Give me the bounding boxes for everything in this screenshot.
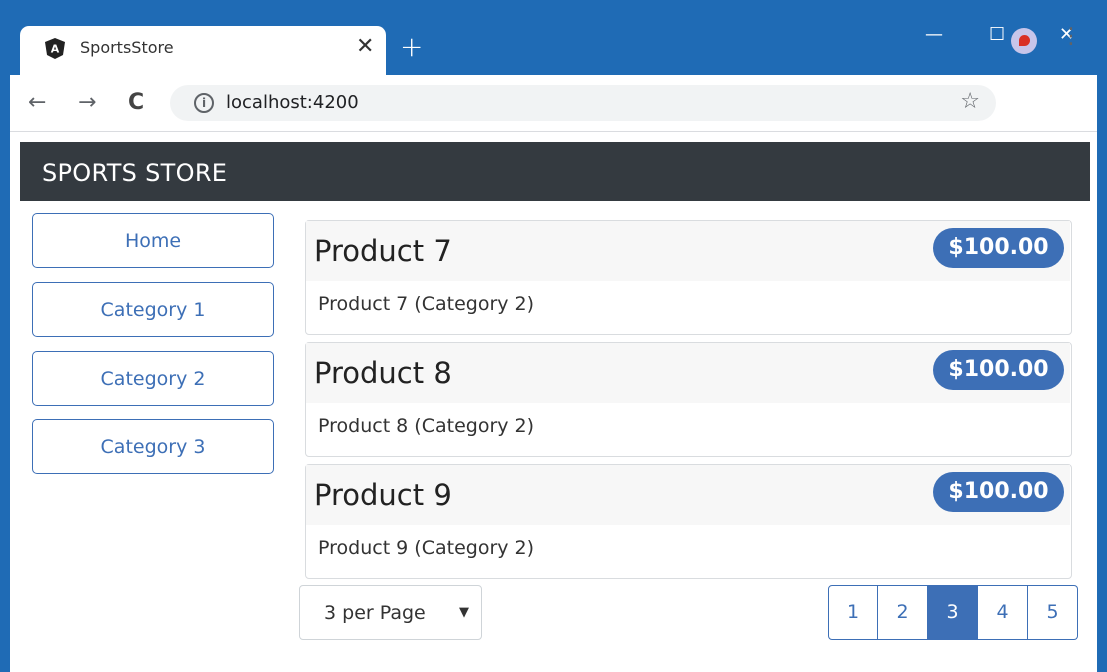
page-button-4[interactable]: 4 [978,585,1028,640]
product-card: Product 8 $100.00 Product 8 (Category 2) [305,342,1072,457]
tab-strip: A SportsStore ✕ + — ☐ ✕ [10,10,1097,75]
product-description: Product 8 (Category 2) [318,415,535,437]
chevron-down-icon: ▼ [459,605,469,620]
brand-title[interactable]: SPORTS STORE [42,158,227,188]
site-navbar: SPORTS STORE [20,142,1090,201]
url-text[interactable]: localhost:4200 [226,92,359,114]
price-badge: $100.00 [933,228,1064,268]
site-info-icon[interactable]: i [194,93,214,113]
svg-text:A: A [51,43,60,56]
page-button-1[interactable]: 1 [828,585,878,640]
per-page-select[interactable]: 3 per Page ▼ [299,585,482,640]
price-badge: $100.00 [933,472,1064,512]
profile-avatar[interactable] [1011,28,1037,54]
forward-icon[interactable]: → [78,91,96,115]
product-card: Product 7 $100.00 Product 7 (Category 2) [305,220,1072,335]
browser-window: A SportsStore ✕ + — ☐ ✕ ← → C i localhos… [10,10,1097,672]
category-button-home[interactable]: Home [32,213,274,268]
category-button-1[interactable]: Category 1 [32,282,274,337]
reload-icon[interactable]: C [128,91,144,115]
address-toolbar: ← → C i localhost:4200 ☆ [10,75,1097,131]
bookmark-star-icon[interactable]: ☆ [960,90,980,114]
address-bar[interactable]: i localhost:4200 ☆ [170,85,996,121]
tab-title: SportsStore [80,38,174,57]
tab-close-icon[interactable]: ✕ [356,34,374,60]
angular-favicon-icon: A [45,38,65,59]
per-page-value: 3 per Page [324,602,426,624]
product-card-header: Product 9 $100.00 [306,465,1070,525]
product-card-header: Product 7 $100.00 [306,221,1070,281]
product-name: Product 9 [314,478,452,512]
maximize-icon[interactable]: ☐ [989,24,1005,46]
browser-menu-icon[interactable]: ⋮ [1060,24,1082,50]
page-button-2[interactable]: 2 [878,585,928,640]
product-name: Product 7 [314,234,452,268]
minimize-icon[interactable]: — [925,24,943,46]
page-button-5[interactable]: 5 [1028,585,1078,640]
category-button-3[interactable]: Category 3 [32,419,274,474]
browser-tab[interactable]: A SportsStore ✕ [20,26,386,75]
product-name: Product 8 [314,356,452,390]
category-button-2[interactable]: Category 2 [32,351,274,406]
price-badge: $100.00 [933,350,1064,390]
new-tab-icon[interactable]: + [400,32,423,62]
back-icon[interactable]: ← [28,91,46,115]
toolbar-divider [10,131,1097,132]
product-card-header: Product 8 $100.00 [306,343,1070,403]
page-button-3-active[interactable]: 3 [928,585,978,640]
product-description: Product 9 (Category 2) [318,537,535,559]
product-card: Product 9 $100.00 Product 9 (Category 2) [305,464,1072,579]
product-description: Product 7 (Category 2) [318,293,535,315]
